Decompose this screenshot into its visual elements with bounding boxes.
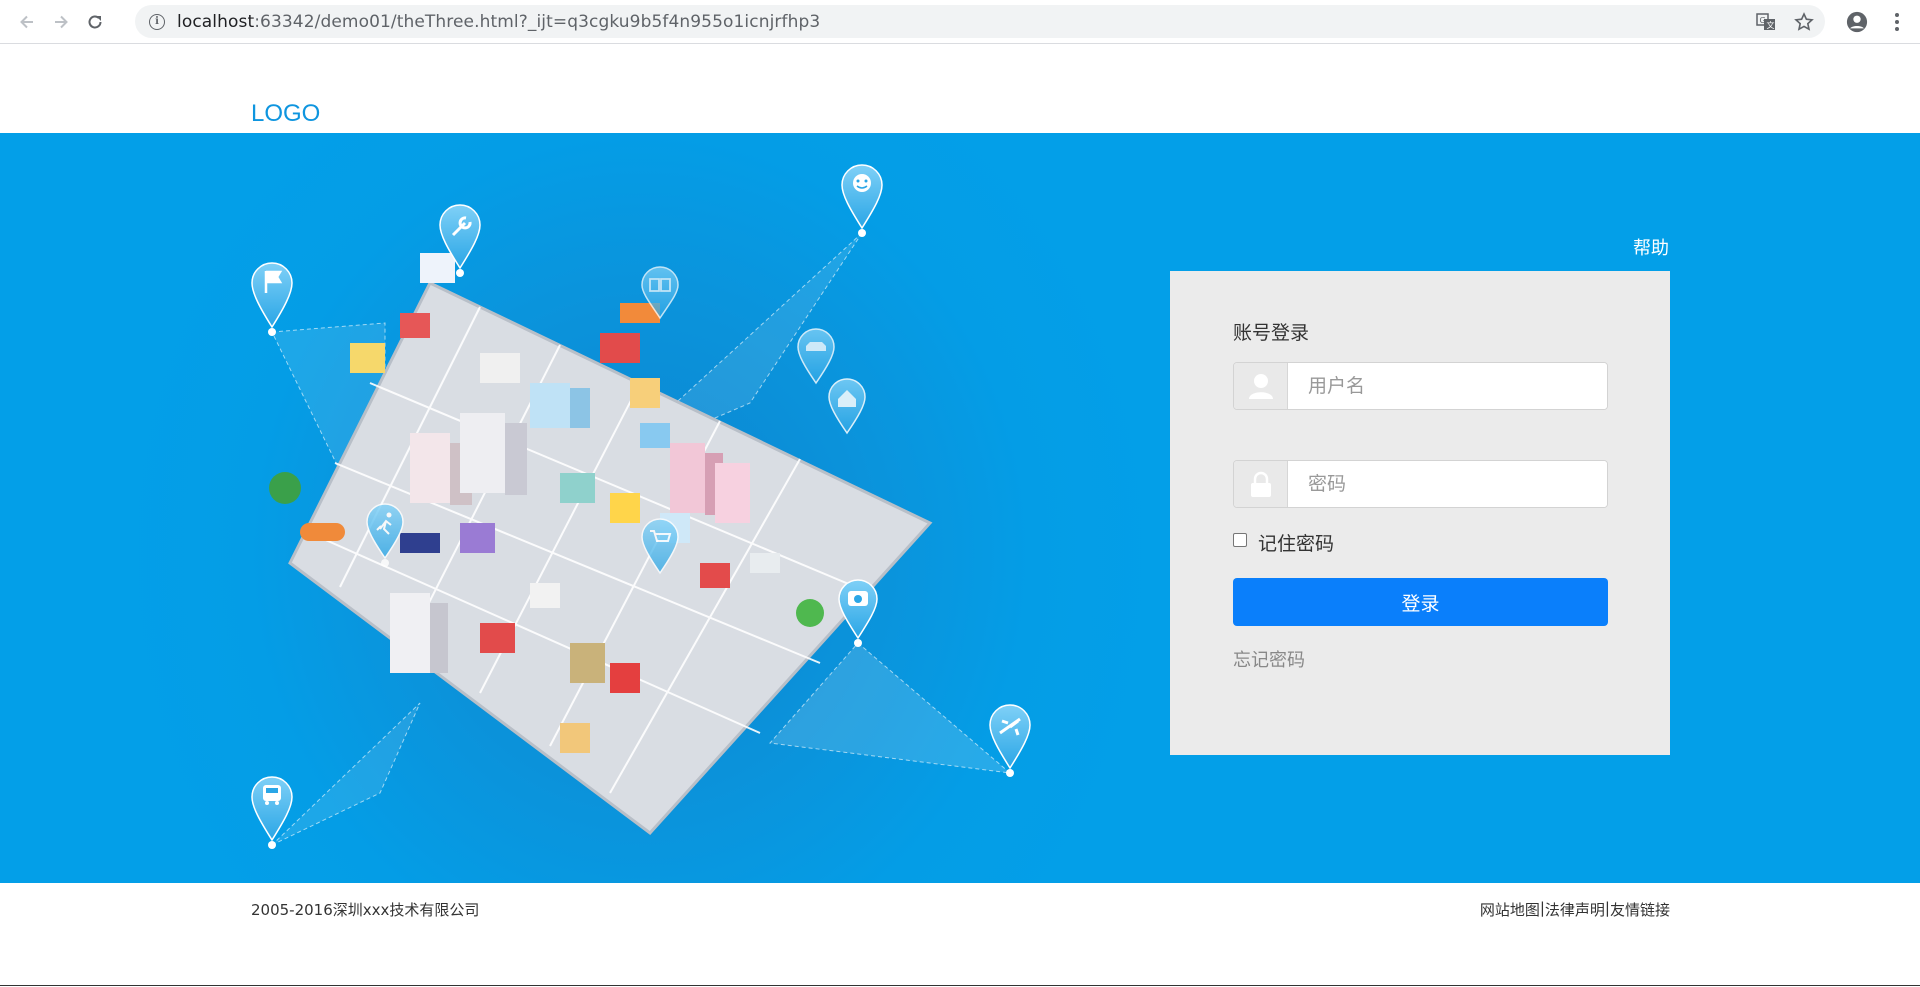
address-bar[interactable]: i localhost:63342/demo01/theThree.html?_… [135, 5, 1825, 38]
reload-icon[interactable] [78, 5, 112, 39]
remember-password[interactable]: 记住密码 [1233, 529, 1334, 556]
smiley-icon [841, 164, 883, 237]
connection-area [271, 702, 421, 846]
lock-icon [1234, 461, 1288, 507]
camera-icon [838, 579, 878, 647]
back-icon[interactable] [10, 5, 44, 39]
city-illustration [251, 164, 1031, 849]
banner: 帮助 账号登录 记住密码 登录 忘记密码 [0, 133, 1920, 883]
home-icon [828, 378, 866, 435]
car-icon [797, 328, 835, 385]
flag-icon [251, 262, 293, 336]
copyright-text: 2005-2016深圳xxx技术有限公司 [251, 901, 480, 919]
footer-link-legal[interactable]: 法律声明 [1545, 899, 1605, 920]
login-panel: 账号登录 记住密码 登录 忘记密码 [1170, 271, 1670, 755]
remember-label[interactable]: 记住密码 [1258, 529, 1334, 556]
url-text[interactable]: localhost:63342/demo01/theThree.html?_ij… [177, 12, 820, 32]
translate-icon[interactable]: G文 [1755, 11, 1777, 33]
remember-checkbox[interactable] [1233, 532, 1247, 547]
password-field [1233, 460, 1608, 508]
menu-icon[interactable] [1886, 11, 1908, 33]
star-icon[interactable] [1793, 11, 1815, 33]
help-link[interactable]: 帮助 [1633, 234, 1669, 260]
login-title: 账号登录 [1233, 322, 1310, 344]
svg-text:文: 文 [1767, 20, 1775, 30]
forgot-password-link[interactable]: 忘记密码 [1233, 646, 1305, 672]
footer-link-sitemap[interactable]: 网站地图 [1480, 899, 1540, 920]
footer: 2005-2016深圳xxx技术有限公司 网站地图 | 法律声明 | 友情链接 [0, 883, 1920, 986]
password-input[interactable] [1288, 461, 1607, 507]
footer-links: 网站地图 | 法律声明 | 友情链接 [1480, 899, 1670, 920]
logo[interactable]: LOGO [251, 100, 320, 128]
account-icon[interactable] [1846, 11, 1868, 33]
forward-icon[interactable] [44, 5, 78, 39]
login-button[interactable]: 登录 [1233, 578, 1608, 626]
footer-link-friends[interactable]: 友情链接 [1610, 899, 1670, 920]
username-field [1233, 362, 1608, 410]
svg-text:G: G [1760, 16, 1766, 25]
page-header: LOGO [0, 44, 1920, 133]
username-input[interactable] [1288, 363, 1607, 409]
user-icon [1234, 363, 1288, 409]
browser-toolbar: i localhost:63342/demo01/theThree.html?_… [0, 0, 1920, 44]
info-icon[interactable]: i [149, 13, 165, 30]
